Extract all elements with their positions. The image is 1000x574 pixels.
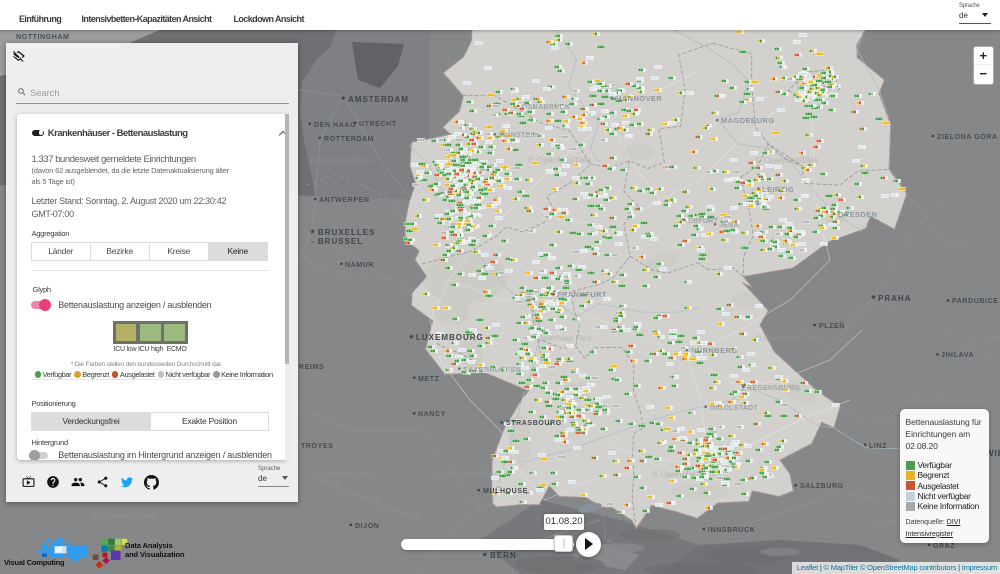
svg-text:INGOLSTADT: INGOLSTADT <box>710 405 758 412</box>
svg-text:ROTTERDAM: ROTTERDAM <box>324 136 374 143</box>
svg-text:OSNABRÜCK: OSNABRÜCK <box>522 102 570 111</box>
svg-text:NÜRNBERG: NÜRNBERG <box>691 346 738 355</box>
svg-text:STRASBOURG: STRASBOURG <box>506 420 562 427</box>
svg-text:NANCY: NANCY <box>418 411 446 418</box>
svg-text:ZIELONA GÓRA: ZIELONA GÓRA <box>937 132 998 141</box>
svg-text:AMSTERDAM: AMSTERDAM <box>348 95 409 104</box>
svg-text:© OpenMapTiles: © OpenMapTiles <box>434 469 498 479</box>
svg-text:LUXEMBOURG: LUXEMBOURG <box>416 333 484 342</box>
svg-text:JENA: JENA <box>719 222 739 229</box>
svg-text:© OpenMapTiles: © OpenMapTiles <box>92 511 156 521</box>
svg-text:© OpenMapTiles: © OpenMapTiles <box>973 333 1000 343</box>
svg-text:PRAHA: PRAHA <box>878 294 911 303</box>
svg-text:REIMS: REIMS <box>299 364 324 371</box>
svg-text:JIHLAVA: JIHLAVA <box>941 352 974 359</box>
svg-text:DIJON: DIJON <box>355 523 379 530</box>
svg-text:REGENSBURG: REGENSBURG <box>747 385 800 392</box>
svg-text:MULHOUSE: MULHOUSE <box>483 488 528 495</box>
svg-text:FRANKFURT: FRANKFURT <box>557 290 607 299</box>
svg-text:SALZBURG: SALZBURG <box>800 483 844 490</box>
svg-text:NOTTINGHAM: NOTTINGHAM <box>16 34 69 41</box>
svg-text:BRUXELLES: BRUXELLES <box>318 228 375 237</box>
svg-text:MÜNSTER: MÜNSTER <box>499 130 536 139</box>
svg-text:GRAZ: GRAZ <box>933 543 955 550</box>
svg-text:BERN: BERN <box>490 551 517 560</box>
svg-text:INNSBRUCK: INNSBRUCK <box>708 527 755 534</box>
svg-text:SAARBRÜCKEN: SAARBRÜCKEN <box>463 365 521 374</box>
svg-text:PLZEŇ: PLZEŇ <box>819 321 845 330</box>
svg-text:PARDUBICE: PARDUBICE <box>952 298 999 305</box>
svg-text:TROYES: TROYES <box>301 443 333 450</box>
svg-text:DEN HAAG: DEN HAAG <box>314 122 356 129</box>
svg-text:NAMUR: NAMUR <box>345 262 374 269</box>
svg-text:HANNOVER: HANNOVER <box>616 94 662 103</box>
svg-text:DRESDEN: DRESDEN <box>838 210 877 219</box>
svg-text:© OpenMapTiles: © OpenMapTiles <box>755 333 819 343</box>
svg-text:METZ: METZ <box>418 376 440 383</box>
svg-text:LINZ: LINZ <box>869 443 887 450</box>
svg-text:© OpenMapTiles: © OpenMapTiles <box>310 155 374 165</box>
svg-text:MAGDEBURG: MAGDEBURG <box>721 116 775 125</box>
svg-text:© OpenMapTiles: © OpenMapTiles <box>310 469 374 479</box>
svg-text:ANTWERPEN: ANTWERPEN <box>319 197 370 204</box>
svg-text:- BRUSSEL: - BRUSSEL <box>311 237 363 246</box>
svg-text:UTRECHT: UTRECHT <box>359 121 397 128</box>
svg-text:LEIPZIG: LEIPZIG <box>762 185 794 194</box>
